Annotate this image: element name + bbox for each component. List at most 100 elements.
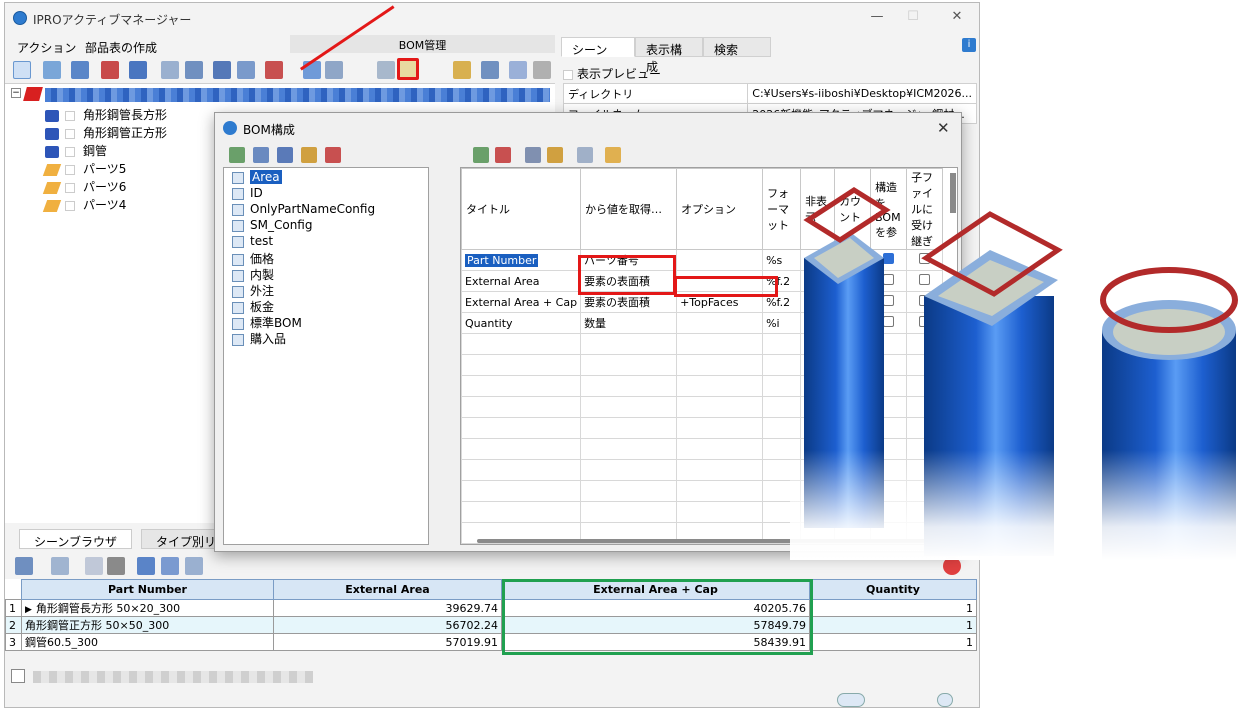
list-item[interactable]: test [232, 234, 273, 250]
gear-icon[interactable] [129, 61, 147, 79]
list-icon[interactable] [101, 61, 119, 79]
preview-icon[interactable] [85, 557, 103, 575]
tree-item[interactable]: パーツ6 [42, 178, 126, 194]
search-icon[interactable] [453, 61, 471, 79]
title-bar: IPROアクティブマネージャー — ☐ ✕ [5, 3, 979, 33]
cell-part: 角形鋼管正方形 50×50_300 [21, 616, 274, 634]
maximize-icon[interactable]: ☐ [903, 9, 923, 27]
part-icon [45, 127, 59, 140]
add-icon[interactable] [51, 557, 69, 575]
list-item[interactable]: SM_Config [232, 218, 312, 234]
edit-icon[interactable] [377, 61, 395, 79]
export-icon[interactable] [137, 557, 155, 575]
delete-config-icon[interactable] [325, 147, 341, 163]
tree-item[interactable]: 鋼管 [45, 142, 107, 158]
preview-toggle[interactable]: 表示プレビュー [563, 65, 661, 82]
part-icon[interactable] [213, 61, 231, 79]
dialog-left-toolbar [223, 147, 463, 167]
config-icon[interactable] [265, 61, 283, 79]
collapse-icon[interactable]: − [11, 88, 21, 98]
grid-icon[interactable] [533, 61, 551, 79]
cell-area: 56702.24 [273, 616, 502, 634]
list-item[interactable]: Area [232, 170, 282, 186]
main-toolbar [5, 57, 555, 83]
dialog-title: BOM構成 [243, 123, 295, 137]
list-item[interactable]: 内製 [232, 266, 274, 282]
move-down-icon[interactable] [547, 147, 563, 163]
tree-root-item[interactable] [45, 88, 550, 102]
edit-icon[interactable] [577, 147, 593, 163]
cell-area: 39629.74 [273, 599, 502, 617]
tab-display-config[interactable]: 表示構成 [635, 37, 703, 74]
columns-icon[interactable] [161, 557, 179, 575]
tree-item[interactable]: パーツ4 [42, 196, 126, 212]
prop-value: C:¥Users¥s-iiboshi¥Desktop¥ICM2026... [747, 83, 977, 104]
part-icon [45, 109, 59, 122]
highlight-frame-cap-column [502, 579, 813, 655]
zoom-icon[interactable] [161, 61, 179, 79]
table-row[interactable]: 3 鋼管60.5_300 57019.91 58439.91 1 [5, 633, 977, 651]
list-item[interactable]: 外注 [232, 282, 274, 298]
tree-item[interactable]: 角形鋼管長方形 [45, 106, 167, 122]
link-icon[interactable] [71, 61, 89, 79]
list-item[interactable]: 板金 [232, 298, 274, 314]
app-title: IPROアクティブマネージャー [33, 13, 192, 27]
prop-key: ディレクトリ [562, 83, 749, 104]
nav-next-icon[interactable] [937, 693, 953, 707]
column-header[interactable]: Part Number [21, 579, 274, 600]
minimize-icon[interactable]: — [867, 9, 887, 27]
bom-result-grid: Part Number External Area External Area … [5, 579, 977, 651]
tab-scene-browser[interactable]: シーンブラウザ [19, 529, 133, 549]
list-item[interactable]: OnlyPartNameConfig [232, 202, 375, 218]
column-header[interactable]: Quantity [809, 579, 977, 600]
list-item[interactable]: 標準BOM [232, 314, 302, 330]
cell-qty: 1 [809, 633, 977, 651]
tab-scene[interactable]: シーン [561, 37, 635, 57]
bom-settings-button[interactable] [397, 58, 419, 80]
table-icon[interactable] [15, 557, 33, 575]
col-option: オプション [676, 168, 764, 250]
assembly-icon[interactable] [237, 61, 255, 79]
dialog-logo-icon [223, 121, 237, 135]
move-up-icon[interactable] [525, 147, 541, 163]
part-icon [45, 145, 59, 158]
export-icon[interactable] [605, 147, 621, 163]
copy-config-icon[interactable] [253, 147, 269, 163]
print-icon[interactable] [107, 557, 125, 575]
tree-item[interactable]: パーツ5 [42, 160, 126, 176]
add-row-icon[interactable] [473, 147, 489, 163]
add-config-icon[interactable] [229, 147, 245, 163]
columns-icon[interactable] [481, 61, 499, 79]
cell-qty: 1 [809, 616, 977, 634]
nav-prev-icon[interactable] [837, 693, 865, 707]
file-path-blurred [33, 671, 313, 683]
filter-icon[interactable] [185, 557, 203, 575]
export-icon[interactable] [325, 61, 343, 79]
save-config-icon[interactable] [277, 147, 293, 163]
menu-create-bom[interactable]: 部品表の作成 [85, 39, 157, 56]
select-tool-icon[interactable] [13, 61, 31, 79]
list-item[interactable]: 価格 [232, 250, 274, 266]
config-list: Area ID OnlyPartNameConfig SM_Config tes… [223, 167, 429, 545]
column-header[interactable]: External Area [273, 579, 502, 600]
info-icon[interactable]: i [962, 38, 976, 52]
assembly-root-icon [23, 87, 43, 101]
highlight-option-cell [674, 276, 778, 297]
close-icon[interactable]: ✕ [937, 119, 950, 137]
text-icon[interactable] [509, 61, 527, 79]
close-icon[interactable]: ✕ [947, 9, 967, 27]
hierarchy-icon[interactable] [43, 61, 61, 79]
cell-area: 57019.91 [273, 633, 502, 651]
tree-item[interactable]: 角形鋼管正方形 [45, 124, 167, 140]
table-row[interactable]: 2 角形鋼管正方形 50×50_300 56702.24 57849.79 1 [5, 616, 977, 634]
tube-illustration [790, 187, 1252, 560]
list-item[interactable]: ID [232, 186, 263, 202]
list-item[interactable]: 購入品 [232, 330, 286, 346]
table-row[interactable]: 1 ▶ 角形鋼管長方形 50×20_300 39629.74 40205.76 1 [5, 599, 977, 617]
menu-action[interactable]: アクション [17, 39, 76, 56]
app-logo-icon [13, 11, 27, 25]
open-config-icon[interactable] [301, 147, 317, 163]
copy-icon[interactable] [185, 61, 203, 79]
tab-search[interactable]: 検索 [703, 37, 771, 57]
delete-row-icon[interactable] [495, 147, 511, 163]
